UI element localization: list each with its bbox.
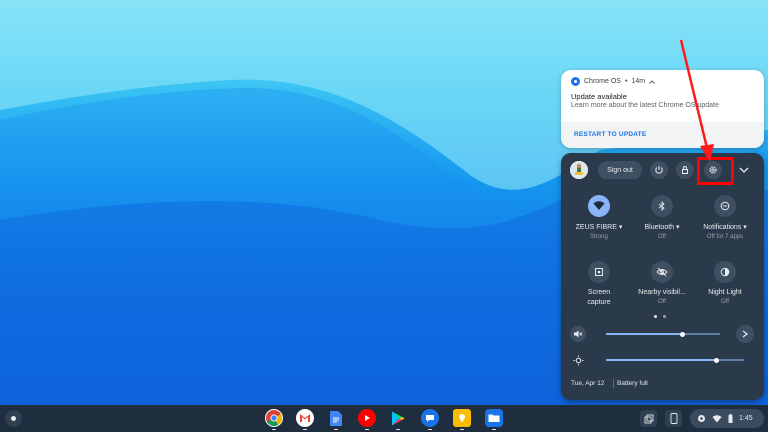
night-light-toggle[interactable] <box>714 261 736 283</box>
mute-button[interactable] <box>570 326 586 342</box>
chrome-app[interactable] <box>265 409 283 430</box>
chrome-icon <box>266 410 282 426</box>
nearby-visibility-label: Nearby visibil... <box>638 289 686 296</box>
brightness-icon <box>573 355 583 365</box>
night-light-status: Off <box>721 299 729 305</box>
power-button[interactable] <box>650 161 668 179</box>
youtube-app[interactable] <box>358 409 376 430</box>
night-light-label: Night Light <box>708 289 742 296</box>
bluetooth-label: Bluetooth <box>644 224 675 231</box>
bluetooth-tile[interactable]: Bluetooth ▾ Off <box>629 195 695 240</box>
page-indicator <box>654 315 666 318</box>
gmail-icon <box>300 414 310 422</box>
quick-settings-panel: Sign out ZEUS FIBRE ▾ Strong Bluetooth ▾… <box>561 153 764 400</box>
power-icon <box>655 166 663 174</box>
bluetooth-toggle[interactable] <box>651 195 673 217</box>
folder-icon <box>488 414 500 422</box>
docs-app[interactable] <box>327 409 345 430</box>
battery-icon <box>728 414 733 423</box>
wifi-label: ZEUS FIBRE <box>575 224 617 231</box>
page-dot-1[interactable] <box>654 315 657 318</box>
restart-to-update-button[interactable]: RESTART TO UPDATE <box>574 131 646 138</box>
do-not-disturb-icon <box>720 201 730 211</box>
page-dot-2[interactable] <box>663 315 666 318</box>
collapse-button[interactable] <box>737 163 751 177</box>
notification-title: Update available <box>571 92 627 101</box>
chevron-down-icon <box>739 167 749 173</box>
night-light-icon <box>720 267 730 277</box>
wifi-toggle[interactable] <box>588 195 610 217</box>
phone-hub-button[interactable] <box>665 410 682 427</box>
screen-capture-tile[interactable]: Screen capture <box>566 261 632 306</box>
notification-body: Learn more about the latest Chrome OS up… <box>571 102 719 109</box>
battery-status: Battery full <box>617 380 648 387</box>
keep-bulb-icon <box>459 414 465 422</box>
brightness-slider-track[interactable] <box>716 359 744 361</box>
wifi-icon <box>593 201 605 210</box>
notifications-status: Off for 7 apps <box>706 234 744 240</box>
status-area[interactable]: 1:45 <box>690 409 764 428</box>
notification-time: 14m <box>631 78 646 85</box>
shelf: 1:45 <box>0 405 768 432</box>
nearby-visibility-status: Off <box>658 299 666 305</box>
keep-app[interactable] <box>453 409 471 430</box>
date-label[interactable]: Tue, Apr 12 <box>571 380 604 387</box>
lock-button[interactable] <box>676 161 694 179</box>
user-avatar[interactable] <box>570 161 588 179</box>
notification-header: Chrome OS • 14m <box>571 77 655 86</box>
notifications-toggle[interactable] <box>714 195 736 217</box>
volume-slider-thumb[interactable] <box>679 331 685 337</box>
night-light-tile[interactable]: Night Light Off <box>692 261 758 305</box>
notification-app-name: Chrome OS <box>584 78 621 85</box>
audio-settings-button[interactable] <box>736 325 754 343</box>
messages-icon <box>426 414 434 422</box>
media-icon <box>698 415 705 422</box>
screen-capture-icon <box>595 268 603 276</box>
screen-capture-label-line2: capture <box>587 299 611 306</box>
play-store-icon <box>392 411 405 425</box>
play-store-app[interactable] <box>389 409 407 430</box>
brightness-icon-wrap <box>570 352 586 368</box>
footer-divider <box>613 379 614 388</box>
notification-footer: RESTART TO UPDATE <box>561 122 764 148</box>
clock-time: 1:45 <box>739 415 753 422</box>
wifi-status: Strong <box>590 234 608 240</box>
docs-icon <box>330 410 342 426</box>
chevron-up-icon[interactable] <box>649 79 655 84</box>
messages-app[interactable] <box>421 409 439 430</box>
brightness-slider-thumb[interactable] <box>713 357 719 363</box>
sign-out-button[interactable]: Sign out <box>598 161 642 179</box>
nearby-visibility-tile[interactable]: Nearby visibil... Off <box>629 261 695 305</box>
launcher-button[interactable] <box>5 410 22 427</box>
chevron-right-icon <box>742 330 748 338</box>
update-notification[interactable]: Chrome OS • 14m Update available Learn m… <box>561 70 764 148</box>
chrome-os-icon <box>571 77 580 86</box>
gmail-app[interactable] <box>296 409 314 430</box>
volume-slider-fill <box>606 333 683 335</box>
desks-button[interactable] <box>640 410 657 427</box>
wifi-tile[interactable]: ZEUS FIBRE ▾ Strong <box>566 195 632 240</box>
bluetooth-icon <box>658 201 665 211</box>
brightness-slider-fill <box>606 359 717 361</box>
screen-capture-toggle[interactable] <box>588 261 610 283</box>
avatar-icon <box>570 161 588 179</box>
lock-icon <box>682 166 688 174</box>
youtube-play-icon <box>365 415 370 421</box>
settings-highlight-box <box>697 157 734 185</box>
phone-icon <box>670 413 677 424</box>
screen-capture-label: Screen <box>587 289 611 296</box>
files-app[interactable] <box>485 409 503 430</box>
visibility-off-icon <box>656 267 668 277</box>
desks-icon <box>644 414 653 423</box>
bluetooth-status: Off <box>658 234 666 240</box>
nearby-visibility-toggle[interactable] <box>651 261 673 283</box>
volume-muted-icon <box>574 330 583 338</box>
volume-slider-track[interactable] <box>682 333 720 335</box>
notifications-tile[interactable]: Notifications ▾ Off for 7 apps <box>692 195 758 240</box>
notifications-label: Notifications <box>703 224 742 231</box>
wifi-status-icon <box>712 414 722 422</box>
